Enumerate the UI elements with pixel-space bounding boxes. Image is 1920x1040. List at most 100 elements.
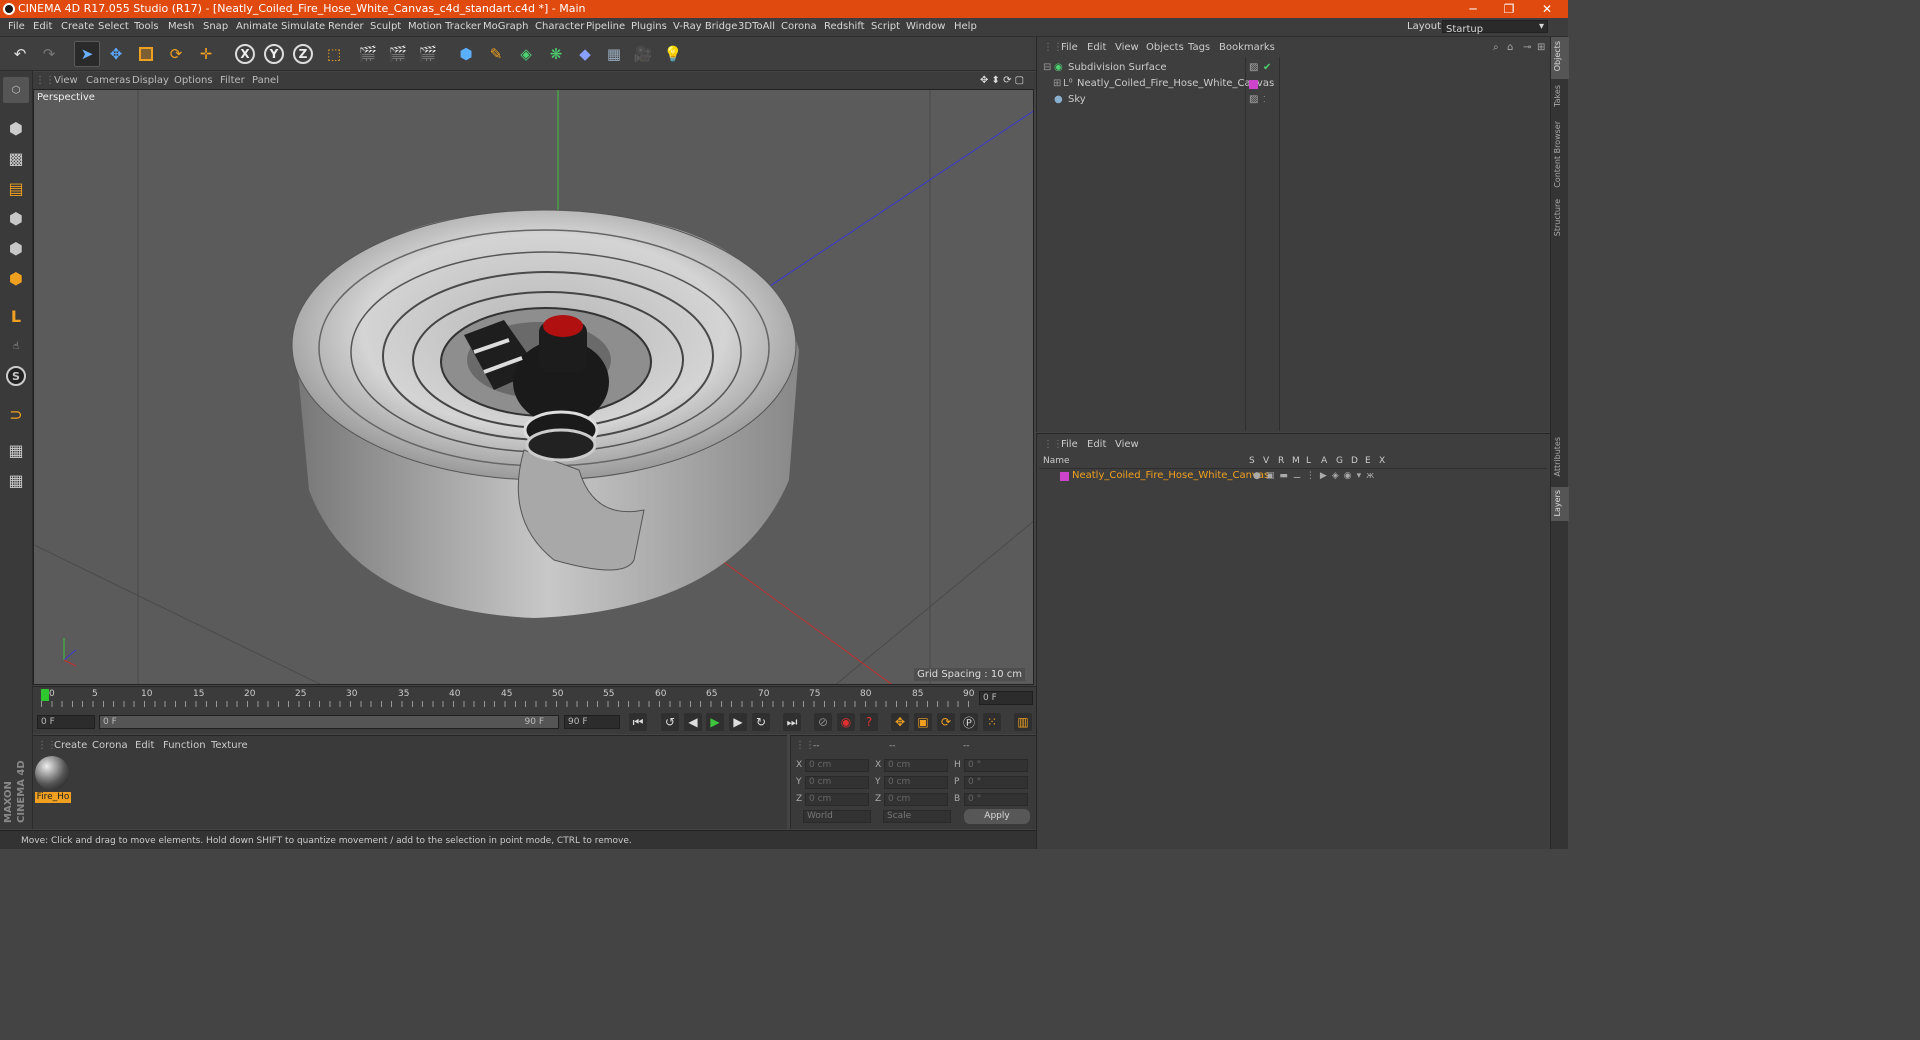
tab-layers[interactable]: Layers	[1553, 490, 1567, 516]
x-axis-lock-button[interactable]: X	[232, 41, 258, 67]
vp-menu-view[interactable]: View	[54, 75, 78, 86]
menu-animate[interactable]: Animate	[236, 21, 278, 32]
goto-start-button[interactable]: ⏮	[629, 713, 647, 731]
mat-menu-corona[interactable]: Corona	[92, 740, 128, 751]
pos-y-field[interactable]: 0 cm	[805, 776, 869, 789]
model-mode-button[interactable]: ⬢	[3, 115, 29, 141]
menu-plugins[interactable]: Plugins	[631, 21, 667, 32]
vp-menu-filter[interactable]: Filter	[220, 75, 245, 86]
points-mode-button[interactable]: ⬢	[3, 205, 29, 231]
enabled-check-icon[interactable]: ✔	[1263, 60, 1271, 76]
coord-system-select[interactable]: World	[803, 810, 871, 823]
rotate-tool-button[interactable]: ⟳	[163, 41, 189, 67]
floor-button[interactable]: ▦	[601, 41, 627, 67]
undo-button[interactable]: ↶	[7, 41, 33, 67]
menu-pipeline[interactable]: Pipeline	[586, 21, 625, 32]
home-icon[interactable]: ⌂	[1507, 42, 1513, 53]
start-frame-field[interactable]: 0 F	[37, 715, 95, 729]
tab-attributes[interactable]: Attributes	[1553, 437, 1567, 477]
menu-snap[interactable]: Snap	[203, 21, 228, 32]
object-row[interactable]: ⊟ ◉ Subdivision Surface ▨ ✔	[1041, 60, 1545, 76]
vp-menu-cameras[interactable]: Cameras	[86, 75, 130, 86]
magnet-button[interactable]: ⊃	[3, 401, 29, 427]
tab-takes[interactable]: Takes	[1553, 85, 1567, 107]
cube-primitive-button[interactable]: ⬢	[453, 41, 479, 67]
link-icon[interactable]: ⊸	[1523, 42, 1531, 53]
play-button[interactable]: ▶	[706, 713, 724, 731]
menu-file[interactable]: File	[8, 21, 25, 32]
rot-p-field[interactable]: 0 °	[964, 776, 1028, 789]
size-y-field[interactable]: 0 cm	[884, 776, 948, 789]
menu-edit[interactable]: Edit	[33, 21, 52, 32]
size-x-field[interactable]: 0 cm	[884, 759, 948, 772]
key-scale-button[interactable]: ▣	[914, 713, 932, 731]
rot-h-field[interactable]: 0 °	[964, 759, 1028, 772]
3d-viewport[interactable]: Perspective Grid Spacing : 10 cm	[33, 89, 1034, 685]
camera-button[interactable]: 🎥	[630, 41, 656, 67]
menu-motion-tracker[interactable]: Motion Tracker	[408, 21, 481, 32]
menu-corona[interactable]: Corona	[781, 21, 817, 32]
menu-redshift[interactable]: Redshift	[824, 21, 865, 32]
layer-color-swatch[interactable]	[1249, 80, 1258, 89]
new-view-icon[interactable]: ⊞	[1537, 42, 1545, 53]
key-param-button[interactable]: Ⓟ	[960, 713, 978, 731]
prev-frame-button[interactable]: ◀	[684, 713, 702, 731]
autokey-button[interactable]: ◉	[837, 713, 855, 731]
menu-select[interactable]: Select	[98, 21, 129, 32]
menu-help[interactable]: Help	[954, 21, 977, 32]
next-frame-button[interactable]: ▶	[729, 713, 747, 731]
snap-button[interactable]: S	[3, 363, 29, 389]
render-picture-viewer-button[interactable]: 🎬	[385, 41, 411, 67]
vp-menu-options[interactable]: Options	[174, 75, 213, 86]
transform-tool-button[interactable]: ✛	[193, 41, 219, 67]
layout-select[interactable]: Startup ▾	[1442, 20, 1548, 35]
tab-content-browser[interactable]: Content Browser	[1553, 121, 1567, 188]
next-key-button[interactable]: ↻	[752, 713, 770, 731]
mat-menu-texture[interactable]: Texture	[211, 740, 248, 751]
playhead-marker[interactable]	[41, 689, 49, 701]
menu-mograph[interactable]: MoGraph	[483, 21, 528, 32]
close-button[interactable]: ✕	[1530, 0, 1564, 18]
y-axis-lock-button[interactable]: Y	[261, 41, 287, 67]
pos-x-field[interactable]: 0 cm	[805, 759, 869, 772]
apply-button[interactable]: Apply	[964, 809, 1030, 824]
coordinate-system-button[interactable]: ⬚	[321, 41, 347, 67]
layer-flag-icons[interactable]: ●▣▬⚊⋮▶◈◉▾ж	[1253, 468, 1379, 484]
vp-menu-panel[interactable]: Panel	[252, 75, 279, 86]
collapse-icon[interactable]: ⊟	[1043, 60, 1051, 76]
visibility-dots-icon[interactable]: ⁚	[1263, 92, 1266, 108]
menu-window[interactable]: Window	[906, 21, 945, 32]
render-settings-button[interactable]: 🎬	[415, 41, 441, 67]
menu-vray-bridge[interactable]: V-Ray Bridge	[673, 21, 737, 32]
size-z-field[interactable]: 0 cm	[884, 793, 948, 806]
keyframe-selection-button[interactable]: ?	[860, 713, 878, 731]
key-pla-button[interactable]: ⁙	[983, 713, 1001, 731]
menu-create[interactable]: Create	[61, 21, 94, 32]
layer-row[interactable]: Neatly_Coiled_Fire_Hose_White_Canvas ●▣▬…	[1041, 468, 1545, 484]
menu-sculpt[interactable]: Sculpt	[370, 21, 401, 32]
move-tool-button[interactable]: ✥	[103, 41, 129, 67]
obj-menu-file[interactable]: File	[1061, 42, 1078, 53]
key-rotation-button[interactable]: ⟳	[937, 713, 955, 731]
rot-b-field[interactable]: 0 °	[964, 793, 1028, 806]
timeline-ruler[interactable]: 0 5 10 15 20 25 30 35 40 45 50 55 60 65 …	[33, 686, 1036, 710]
expand-icon[interactable]: ⊞	[1053, 76, 1061, 92]
lock-workplane-button[interactable]: ▦	[3, 437, 29, 463]
select-tool-button[interactable]: ➤	[74, 41, 100, 67]
current-frame-field[interactable]: 0 F	[979, 691, 1033, 705]
workplane-mode-button[interactable]: ▤	[3, 175, 29, 201]
menu-script[interactable]: Script	[871, 21, 900, 32]
layer-menu-file[interactable]: File	[1061, 439, 1078, 450]
edges-mode-button[interactable]: ⬢	[3, 235, 29, 261]
minimize-button[interactable]: ─	[1456, 0, 1490, 18]
layer-menu-edit[interactable]: Edit	[1087, 439, 1106, 450]
maximize-button[interactable]: ❐	[1492, 0, 1526, 18]
pen-spline-button[interactable]: ✎	[483, 41, 509, 67]
mat-menu-edit[interactable]: Edit	[135, 740, 154, 751]
tweak-mode-button[interactable]: ☝	[3, 333, 29, 359]
subdivision-button[interactable]: ◈	[513, 41, 539, 67]
redo-button[interactable]: ↷	[36, 41, 62, 67]
key-position-button[interactable]: ✥	[891, 713, 909, 731]
scale-tool-button[interactable]	[133, 41, 159, 67]
goto-end-button[interactable]: ⏭	[783, 713, 801, 731]
